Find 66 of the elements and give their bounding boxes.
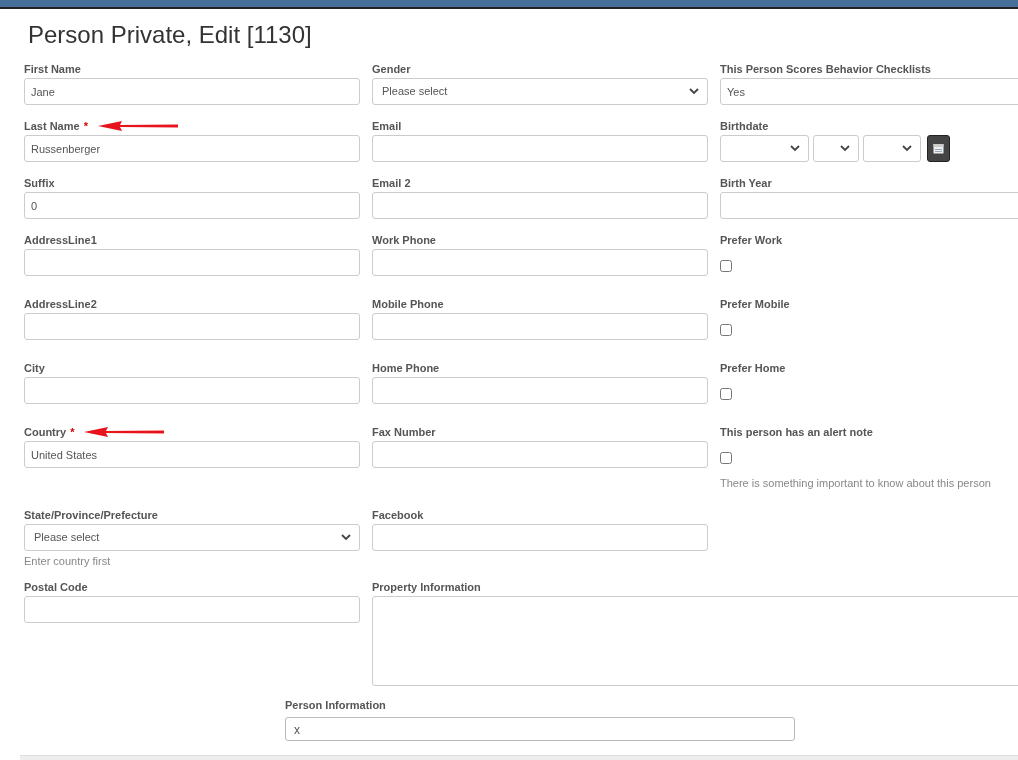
- field-label: Prefer Mobile: [720, 296, 790, 312]
- field-label: Email 2: [372, 175, 411, 191]
- checkbox[interactable]: [720, 452, 732, 464]
- text-field[interactable]: Russenberger: [24, 135, 360, 162]
- field-label: Prefer Work: [720, 232, 783, 248]
- field-label: AddressLine1: [24, 232, 97, 248]
- field-label: Last Name: [24, 118, 80, 134]
- text-area[interactable]: [372, 596, 1018, 686]
- checkbox[interactable]: [720, 388, 732, 400]
- month-select[interactable]: [813, 135, 859, 162]
- field-label: City: [24, 360, 45, 376]
- text-field[interactable]: [372, 135, 708, 162]
- text-field[interactable]: [372, 441, 708, 468]
- field-label: This Person Scores Behavior Checklists: [720, 61, 931, 77]
- text-field[interactable]: [372, 524, 708, 551]
- text-field[interactable]: Jane: [24, 78, 360, 105]
- checkbox[interactable]: [720, 260, 732, 272]
- field-label: Mobile Phone: [372, 296, 444, 312]
- field-label: Birthdate: [720, 118, 769, 134]
- text-field[interactable]: [24, 377, 360, 404]
- calendar-icon: [933, 143, 944, 154]
- text-area[interactable]: x: [285, 717, 795, 741]
- field-label: Gender: [372, 61, 411, 77]
- text-field[interactable]: [372, 313, 708, 340]
- field-label: Prefer Home: [720, 360, 786, 376]
- field-label: Postal Code: [24, 579, 88, 595]
- checkbox[interactable]: [720, 324, 732, 336]
- text-field[interactable]: [24, 596, 360, 623]
- text-field[interactable]: Yes: [720, 78, 1018, 105]
- field-label: Property Information: [372, 579, 481, 595]
- field-label: Home Phone: [372, 360, 440, 376]
- field-label: Country: [24, 424, 67, 440]
- field-label: State/Province/Prefecture: [24, 507, 158, 523]
- field-label: AddressLine2: [24, 296, 97, 312]
- field-label: Work Phone: [372, 232, 436, 248]
- field-label: Fax Number: [372, 424, 436, 440]
- year-select[interactable]: [863, 135, 921, 162]
- field-label: This person has an alert note: [720, 424, 873, 440]
- calendar-button[interactable]: [927, 135, 950, 162]
- field-label: First Name: [24, 61, 81, 77]
- required-mark: *: [70, 424, 75, 440]
- help-text: Enter country first: [24, 554, 112, 568]
- chevron-icon: [689, 88, 699, 95]
- page-title: Person Private, Edit [1130]: [28, 20, 313, 50]
- chevron-icon: [790, 145, 800, 152]
- field-label: Birth Year: [720, 175, 772, 191]
- select-dropdown[interactable]: Please select: [24, 524, 360, 551]
- text-field[interactable]: [720, 192, 1018, 219]
- field-label: Suffix: [24, 175, 55, 191]
- text-field[interactable]: [372, 192, 708, 219]
- required-mark: *: [83, 118, 88, 134]
- day-select[interactable]: [720, 135, 809, 162]
- help-text: There is something important to know about this person: [720, 476, 992, 490]
- text-field[interactable]: 0: [24, 192, 360, 219]
- text-field[interactable]: [24, 249, 360, 276]
- field-label: Facebook: [372, 507, 424, 523]
- field-label: Email: [372, 118, 402, 134]
- chevron-icon: [902, 145, 912, 152]
- chevron-icon: [840, 145, 850, 152]
- text-field[interactable]: [372, 377, 708, 404]
- select-dropdown[interactable]: Please select: [372, 78, 708, 105]
- text-field[interactable]: [372, 249, 708, 276]
- chevron-icon: [341, 534, 351, 541]
- field-label: Person Information: [285, 697, 386, 713]
- text-field[interactable]: [24, 313, 360, 340]
- text-field[interactable]: United States: [24, 441, 360, 468]
